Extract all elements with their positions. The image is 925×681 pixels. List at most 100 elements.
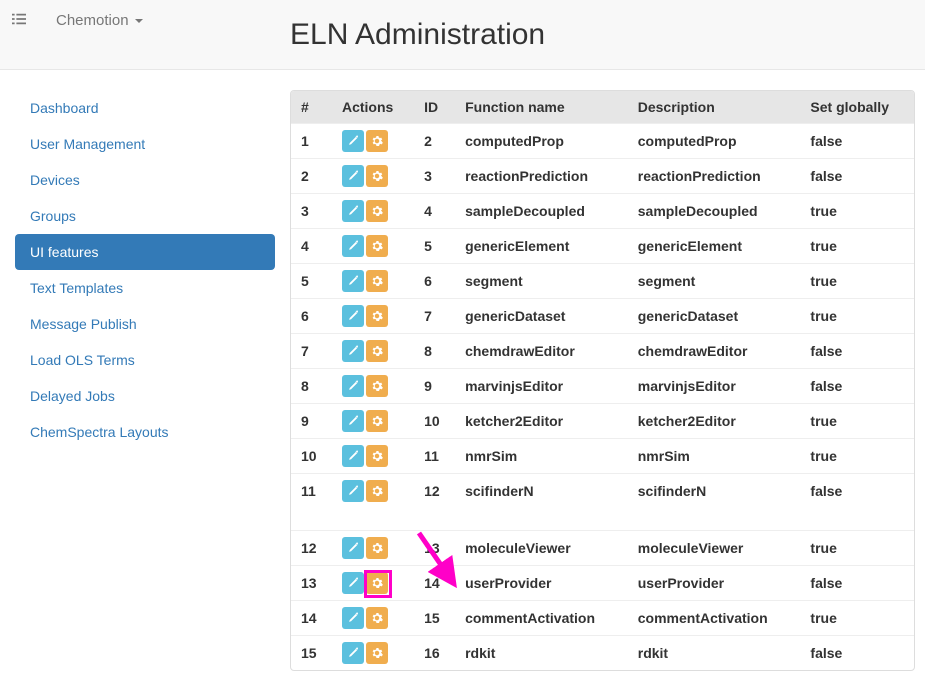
edit-button[interactable] bbox=[342, 480, 364, 502]
edit-button[interactable] bbox=[342, 130, 364, 152]
sidebar-item-text-templates[interactable]: Text Templates bbox=[15, 270, 275, 306]
col-id: ID bbox=[414, 91, 455, 124]
edit-button[interactable] bbox=[342, 410, 364, 432]
sidebar-item-delayed-jobs[interactable]: Delayed Jobs bbox=[15, 378, 275, 414]
chevron-down-icon bbox=[135, 19, 143, 23]
edit-button[interactable] bbox=[342, 235, 364, 257]
row-set-globally: true bbox=[800, 264, 914, 299]
table-row: 1516rdkitrdkitfalse bbox=[291, 636, 914, 671]
row-number: 13 bbox=[291, 566, 332, 601]
edit-button[interactable] bbox=[342, 200, 364, 222]
table-row: 1213moleculeViewermoleculeViewertrue bbox=[291, 531, 914, 566]
edit-button[interactable] bbox=[342, 375, 364, 397]
settings-button[interactable] bbox=[366, 165, 388, 187]
sidebar-item-load-ols-terms[interactable]: Load OLS Terms bbox=[15, 342, 275, 378]
edit-button[interactable] bbox=[342, 445, 364, 467]
settings-button[interactable] bbox=[366, 340, 388, 362]
row-description: chemdrawEditor bbox=[628, 334, 801, 369]
row-function-name: genericDataset bbox=[455, 299, 628, 334]
col-description: Description bbox=[628, 91, 801, 124]
row-function-name: segment bbox=[455, 264, 628, 299]
actions-cell bbox=[332, 229, 414, 264]
row-number: 4 bbox=[291, 229, 332, 264]
settings-button[interactable] bbox=[366, 130, 388, 152]
row-function-name: moleculeViewer bbox=[455, 531, 628, 566]
row-description: rdkit bbox=[628, 636, 801, 671]
page-title: ELN Administration bbox=[290, 18, 545, 52]
actions-cell bbox=[332, 566, 414, 601]
list-icon[interactable] bbox=[12, 12, 26, 29]
row-description: ketcher2Editor bbox=[628, 404, 801, 439]
features-table: # Actions ID Function name Description S… bbox=[291, 91, 914, 670]
sidebar: DashboardUser ManagementDevicesGroupsUI … bbox=[0, 90, 290, 681]
row-set-globally: false bbox=[800, 124, 914, 159]
edit-button[interactable] bbox=[342, 642, 364, 664]
row-set-globally: false bbox=[800, 566, 914, 601]
row-number: 8 bbox=[291, 369, 332, 404]
brand-dropdown[interactable]: Chemotion bbox=[56, 12, 143, 29]
row-id: 9 bbox=[414, 369, 455, 404]
sidebar-item-chemspectra-layouts[interactable]: ChemSpectra Layouts bbox=[15, 414, 275, 450]
main: # Actions ID Function name Description S… bbox=[290, 90, 925, 681]
edit-button[interactable] bbox=[342, 340, 364, 362]
actions-cell bbox=[332, 404, 414, 439]
row-id: 12 bbox=[414, 474, 455, 509]
row-id: 6 bbox=[414, 264, 455, 299]
settings-button[interactable] bbox=[366, 270, 388, 292]
row-number: 14 bbox=[291, 601, 332, 636]
row-id: 13 bbox=[414, 531, 455, 566]
actions-cell bbox=[332, 159, 414, 194]
edit-button[interactable] bbox=[342, 270, 364, 292]
actions-cell bbox=[332, 369, 414, 404]
row-function-name: sampleDecoupled bbox=[455, 194, 628, 229]
actions-cell bbox=[332, 531, 414, 566]
edit-button[interactable] bbox=[342, 165, 364, 187]
settings-button[interactable] bbox=[366, 445, 388, 467]
row-description: userProvider bbox=[628, 566, 801, 601]
settings-button[interactable] bbox=[366, 480, 388, 502]
settings-button[interactable] bbox=[366, 200, 388, 222]
row-function-name: nmrSim bbox=[455, 439, 628, 474]
sidebar-item-dashboard[interactable]: Dashboard bbox=[15, 90, 275, 126]
row-function-name: computedProp bbox=[455, 124, 628, 159]
row-number: 7 bbox=[291, 334, 332, 369]
row-id: 4 bbox=[414, 194, 455, 229]
settings-button[interactable] bbox=[366, 607, 388, 629]
layout: DashboardUser ManagementDevicesGroupsUI … bbox=[0, 70, 925, 681]
edit-button[interactable] bbox=[342, 607, 364, 629]
sidebar-item-ui-features[interactable]: UI features bbox=[15, 234, 275, 270]
actions-cell bbox=[332, 439, 414, 474]
row-id: 14 bbox=[414, 566, 455, 601]
row-number: 9 bbox=[291, 404, 332, 439]
sidebar-item-message-publish[interactable]: Message Publish bbox=[15, 306, 275, 342]
settings-button[interactable] bbox=[366, 537, 388, 559]
sidebar-item-groups[interactable]: Groups bbox=[15, 198, 275, 234]
table-header-row: # Actions ID Function name Description S… bbox=[291, 91, 914, 124]
settings-button[interactable] bbox=[366, 235, 388, 257]
settings-button[interactable] bbox=[366, 572, 388, 594]
settings-button[interactable] bbox=[366, 410, 388, 432]
settings-button[interactable] bbox=[366, 305, 388, 327]
table-row: 89marvinjsEditormarvinjsEditorfalse bbox=[291, 369, 914, 404]
brand-label: Chemotion bbox=[56, 12, 129, 29]
row-function-name: rdkit bbox=[455, 636, 628, 671]
row-id: 11 bbox=[414, 439, 455, 474]
edit-button[interactable] bbox=[342, 572, 364, 594]
row-id: 5 bbox=[414, 229, 455, 264]
actions-cell bbox=[332, 264, 414, 299]
row-description: genericDataset bbox=[628, 299, 801, 334]
sidebar-item-devices[interactable]: Devices bbox=[15, 162, 275, 198]
sidebar-item-user-management[interactable]: User Management bbox=[15, 126, 275, 162]
row-function-name: scifinderN bbox=[455, 474, 628, 509]
edit-button[interactable] bbox=[342, 537, 364, 559]
table-row: 45genericElementgenericElementtrue bbox=[291, 229, 914, 264]
settings-button[interactable] bbox=[366, 375, 388, 397]
settings-button[interactable] bbox=[366, 642, 388, 664]
table-row: 23reactionPredictionreactionPredictionfa… bbox=[291, 159, 914, 194]
table-panel: # Actions ID Function name Description S… bbox=[290, 90, 915, 671]
row-set-globally: false bbox=[800, 369, 914, 404]
row-description: computedProp bbox=[628, 124, 801, 159]
row-set-globally: true bbox=[800, 229, 914, 264]
edit-button[interactable] bbox=[342, 305, 364, 327]
row-description: genericElement bbox=[628, 229, 801, 264]
